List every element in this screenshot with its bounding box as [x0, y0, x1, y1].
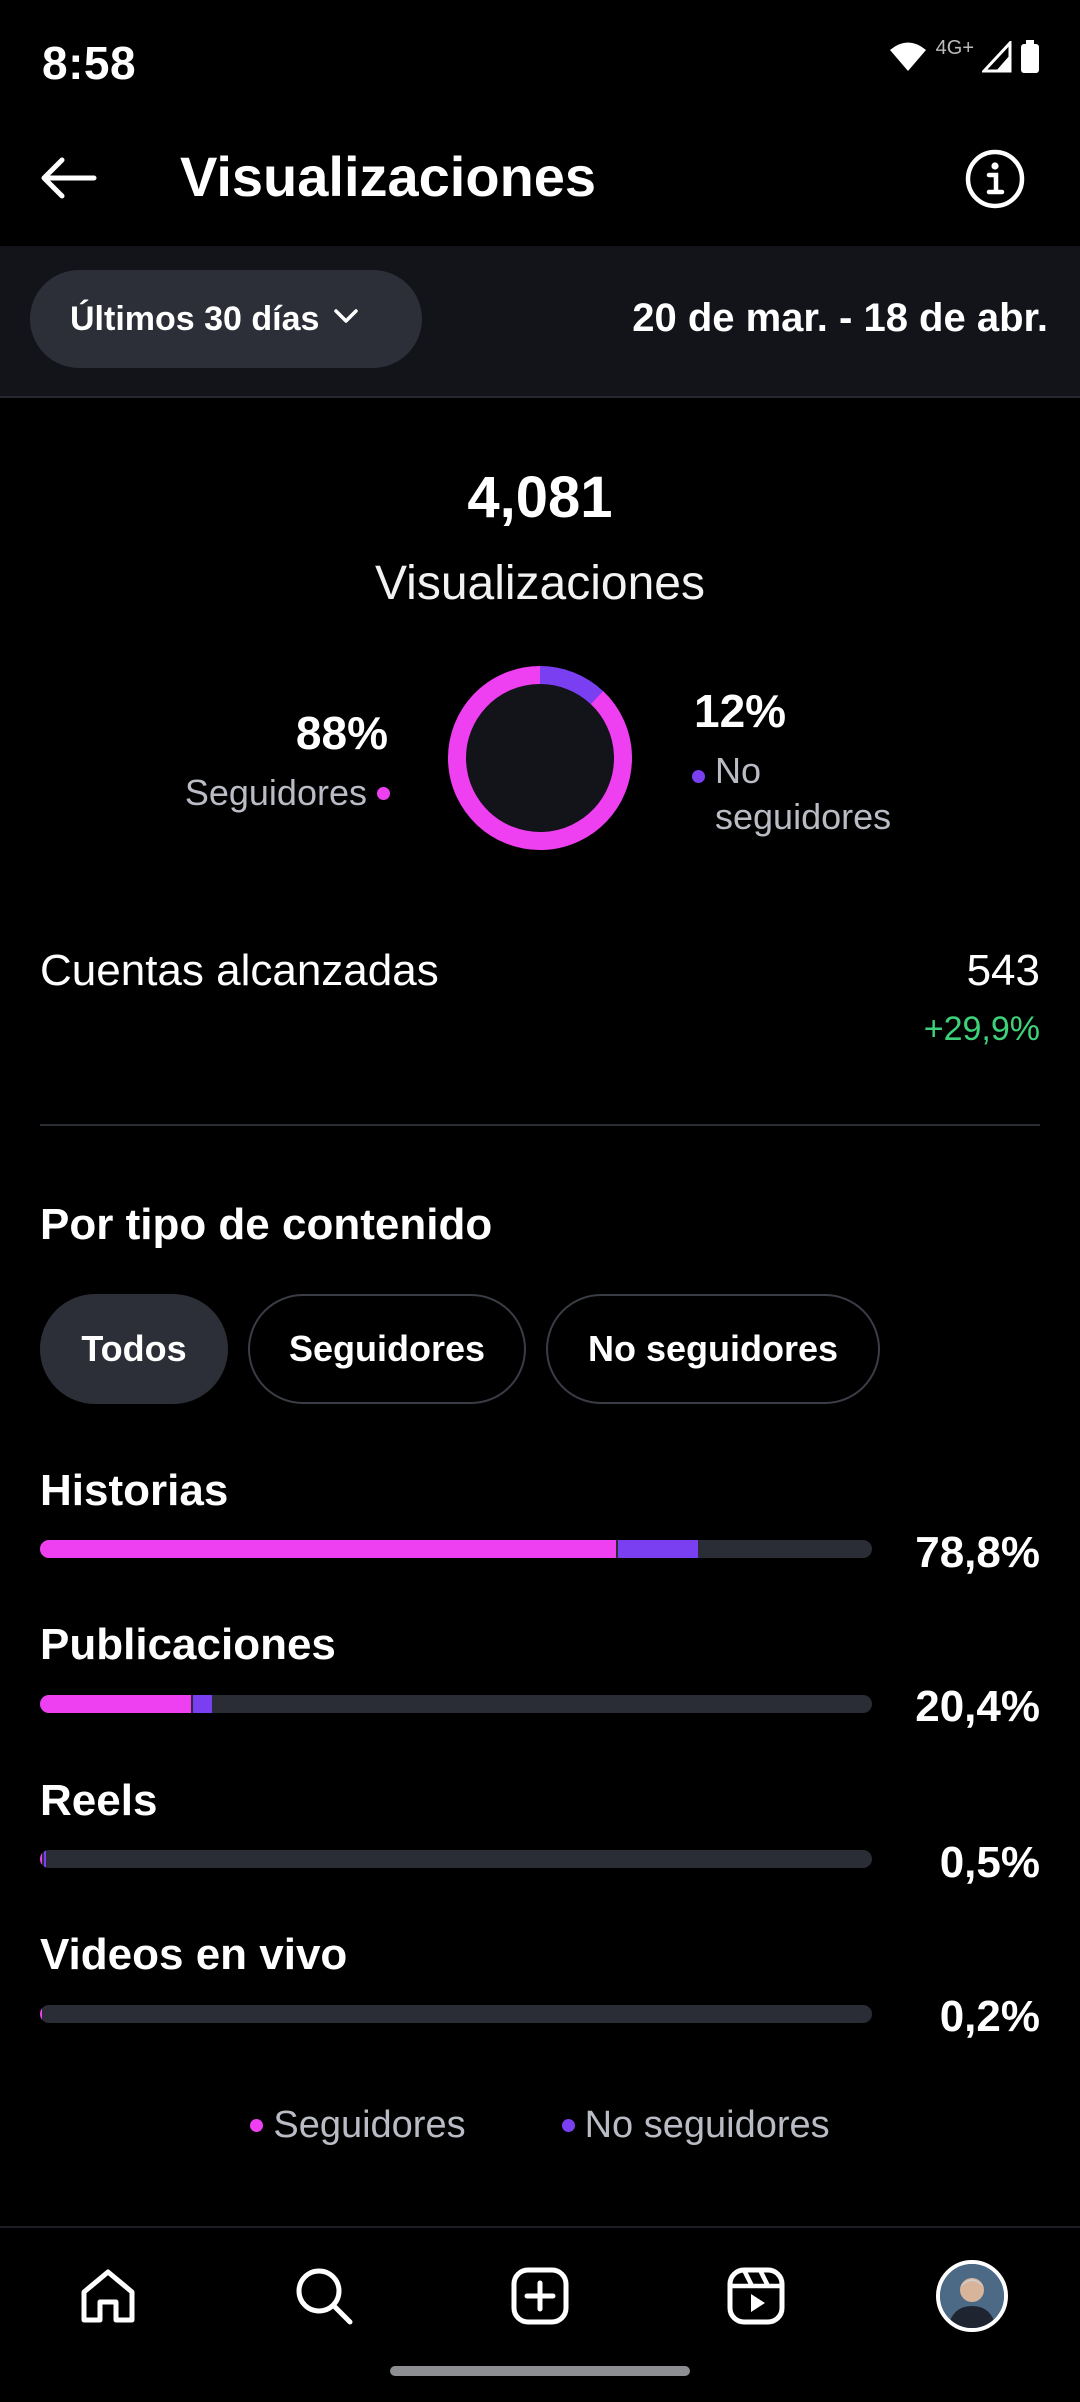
legend-item-followers: Seguidores — [250, 2104, 466, 2147]
arrow-left-icon — [41, 157, 97, 199]
bar-segment-non-followers — [44, 1850, 47, 1868]
accounts-reached-label: Cuentas alcanzadas — [40, 946, 439, 995]
bar-segment-followers — [40, 2005, 42, 2023]
non-followers-legend: No seguidores — [692, 748, 945, 840]
content-legend: Seguidores No seguidores — [0, 2104, 1080, 2147]
content-type-title: Por tipo de contenido — [40, 1200, 493, 1249]
non-followers-legend-label: No seguidores — [715, 750, 892, 837]
date-range-text: 20 de mar. - 18 de abr. — [632, 296, 1048, 340]
battery-icon — [1021, 40, 1039, 73]
bar-segment-followers — [40, 1850, 42, 1868]
info-button[interactable] — [964, 148, 1026, 210]
followers-percent: 88% — [295, 707, 388, 759]
home-icon — [81, 2269, 135, 2323]
total-views-value: 4,081 — [467, 465, 613, 530]
content-row-label-live: Videos en vivo — [40, 1930, 348, 1979]
content-row-percent-live: 0,2% — [939, 1992, 1040, 2041]
legend-label-non-followers: No seguidores — [584, 2104, 830, 2146]
non-followers-dot — [692, 770, 705, 783]
content-row-percent-stories: 78,8% — [915, 1528, 1040, 1577]
legend-item-non-followers: No seguidores — [561, 2104, 830, 2147]
nav-search[interactable] — [274, 2246, 374, 2346]
nav-create[interactable] — [490, 2246, 590, 2346]
create-icon — [511, 2267, 569, 2325]
content-row-percent-reels: 0,5% — [939, 1838, 1040, 1887]
divider — [40, 1124, 1040, 1126]
bar-segment-followers — [40, 1540, 616, 1558]
accounts-reached-value: 543 — [966, 946, 1040, 995]
followers-legend: Seguidores — [185, 772, 390, 814]
content-row-label-posts: Publicaciones — [40, 1620, 336, 1669]
info-icon — [965, 149, 1025, 209]
tab-followers[interactable]: Seguidores — [248, 1294, 526, 1404]
nav-home[interactable] — [58, 2246, 158, 2346]
page-title: Visualizaciones — [180, 145, 597, 208]
non-followers-percent: 12% — [694, 685, 787, 737]
signal-icon — [982, 41, 1012, 73]
chevron-down-icon — [334, 309, 359, 323]
followers-dot — [377, 786, 390, 800]
legend-label-followers: Seguidores — [273, 2104, 466, 2146]
content-bar-posts — [40, 1695, 872, 1713]
non-followers-dot — [561, 2119, 575, 2132]
followers-donut-chart — [448, 666, 632, 850]
network-label: 4G+ — [935, 36, 974, 59]
donut-center — [466, 684, 614, 832]
date-range-dropdown-label: Últimos 30 días — [70, 299, 320, 338]
bar-segment-followers — [40, 1695, 192, 1713]
bar-segment-non-followers — [193, 1695, 212, 1713]
back-button[interactable] — [36, 146, 100, 210]
accounts-reached-change: +29,9% — [923, 1010, 1040, 1048]
status-icons: 4G+ — [888, 36, 1040, 74]
tab-non-followers[interactable]: No seguidores — [546, 1294, 880, 1404]
tab-all[interactable]: Todos — [40, 1294, 228, 1404]
reels-icon — [727, 2267, 785, 2325]
followers-dot — [250, 2119, 264, 2132]
content-row-label-stories: Historias — [40, 1466, 229, 1515]
avatar — [936, 2260, 1008, 2332]
content-bar-stories — [40, 1540, 872, 1558]
wifi-icon — [889, 42, 926, 71]
nav-reels[interactable] — [706, 2246, 806, 2346]
content-row-percent-posts: 20,4% — [915, 1682, 1040, 1731]
profile-avatar — [940, 2264, 1004, 2328]
content-bar-live — [40, 2005, 872, 2023]
content-row-label-reels: Reels — [40, 1776, 158, 1825]
status-time: 8:58 — [42, 37, 137, 89]
total-views-label: Visualizaciones — [375, 557, 705, 610]
nav-profile[interactable] — [922, 2246, 1022, 2346]
home-indicator — [390, 2366, 690, 2376]
content-bar-reels — [40, 1850, 872, 1868]
search-icon — [296, 2268, 353, 2325]
date-range-dropdown[interactable]: Últimos 30 días — [30, 270, 422, 368]
bar-segment-non-followers — [617, 1540, 698, 1558]
followers-legend-label: Seguidores — [184, 772, 367, 813]
